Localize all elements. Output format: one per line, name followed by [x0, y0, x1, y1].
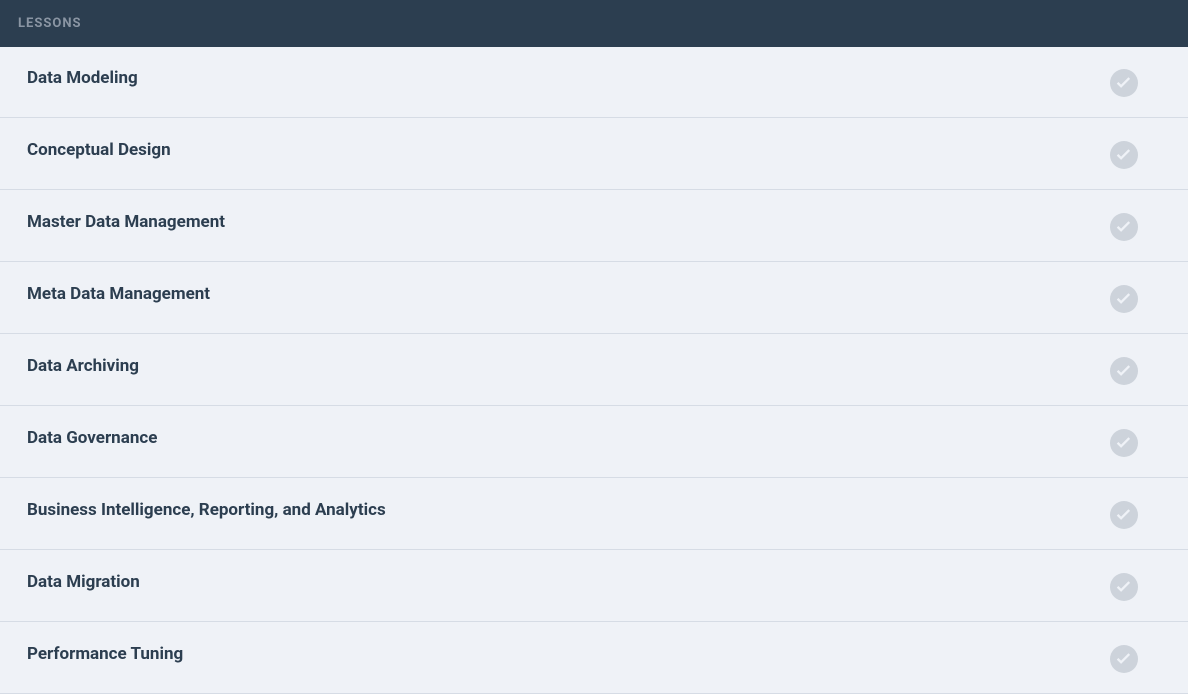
lesson-title: Performance Tuning — [27, 644, 183, 664]
check-circle-icon — [1110, 429, 1138, 457]
lesson-item[interactable]: Master Data Management — [0, 190, 1188, 262]
check-circle-icon — [1110, 213, 1138, 241]
lesson-item[interactable]: Data Modeling — [0, 47, 1188, 118]
lesson-item[interactable]: Conceptual Design — [0, 118, 1188, 190]
lesson-title: Master Data Management — [27, 212, 225, 232]
check-circle-icon — [1110, 141, 1138, 169]
lesson-item[interactable]: Data Migration — [0, 550, 1188, 622]
lesson-title: Data Archiving — [27, 356, 139, 376]
lesson-title: Data Governance — [27, 428, 157, 448]
check-circle-icon — [1110, 69, 1138, 97]
lesson-list: Data Modeling Conceptual Design Master D… — [0, 47, 1188, 694]
lesson-item[interactable]: Performance Tuning — [0, 622, 1188, 694]
lesson-item[interactable]: Business Intelligence, Reporting, and An… — [0, 478, 1188, 550]
lesson-item[interactable]: Data Archiving — [0, 334, 1188, 406]
lessons-header: LESSONS — [0, 0, 1188, 47]
lesson-item[interactable]: Meta Data Management — [0, 262, 1188, 334]
lessons-header-title: LESSONS — [18, 16, 82, 31]
lesson-title: Data Modeling — [27, 68, 138, 88]
check-circle-icon — [1110, 573, 1138, 601]
check-circle-icon — [1110, 285, 1138, 313]
lesson-title: Data Migration — [27, 572, 140, 592]
lesson-item[interactable]: Data Governance — [0, 406, 1188, 478]
lesson-title: Business Intelligence, Reporting, and An… — [27, 500, 386, 520]
check-circle-icon — [1110, 645, 1138, 673]
lesson-title: Meta Data Management — [27, 284, 210, 304]
check-circle-icon — [1110, 357, 1138, 385]
check-circle-icon — [1110, 501, 1138, 529]
lesson-title: Conceptual Design — [27, 140, 171, 160]
